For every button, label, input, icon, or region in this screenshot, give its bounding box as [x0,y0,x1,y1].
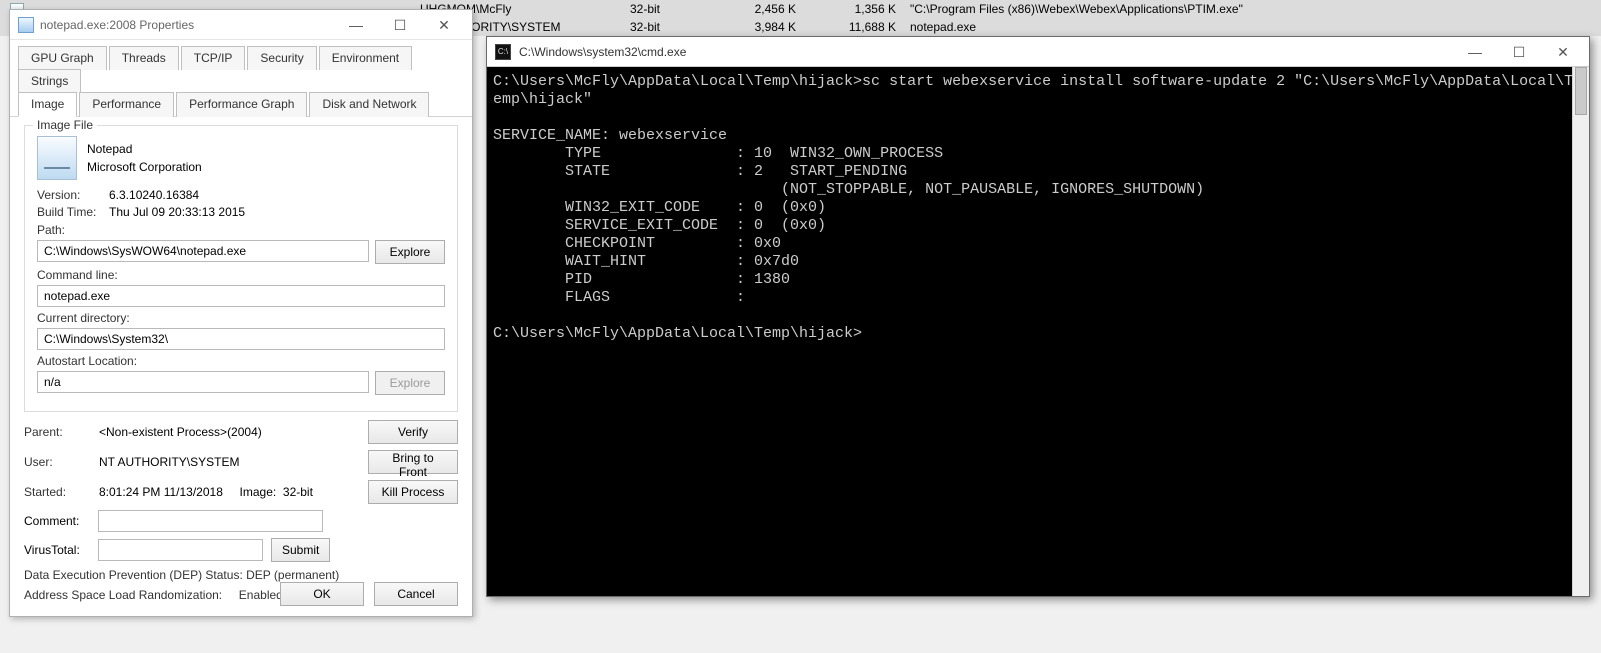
path-field[interactable] [37,240,369,262]
tab-performance[interactable]: Performance [79,92,174,117]
user-label: User: [24,455,99,469]
maximize-button[interactable]: ☐ [1497,41,1541,63]
aslr-label: Address Space Load Randomization: [24,588,222,602]
image-value: 32-bit [283,485,313,499]
tab-gpu-graph[interactable]: GPU Graph [18,46,107,70]
curdir-label: Current directory: [37,311,445,325]
product-name: Notepad [87,142,202,156]
autostart-field[interactable] [37,371,369,393]
version-value: 6.3.10240.16384 [109,188,199,202]
aslr-value: Enabled [239,588,283,602]
curdir-field[interactable] [37,328,445,350]
company-name: Microsoft Corporation [87,160,202,174]
virustotal-field[interactable] [98,539,263,561]
explore-autostart-button: Explore [375,371,445,395]
group-legend: Image File [33,118,97,132]
tabs: GPU Graph Threads TCP/IP Security Enviro… [10,40,472,117]
col-private: 3,984 K [710,18,810,36]
window-title: C:\Windows\system32\cmd.exe [519,45,1453,59]
tab-disk-network[interactable]: Disk and Network [309,92,429,117]
window-icon [18,17,34,33]
tab-tcpip[interactable]: TCP/IP [181,46,246,70]
col-cmd: notepad.exe [910,18,1560,36]
image-panel: Image File Notepad Microsoft Corporation… [10,117,472,618]
buildtime-label: Build Time: [37,205,109,219]
submit-button[interactable]: Submit [271,538,330,562]
cancel-button[interactable]: Cancel [374,582,458,606]
started-label: Started: [24,485,99,499]
ok-button[interactable]: OK [280,582,364,606]
version-label: Version: [37,188,109,202]
path-label: Path: [37,223,445,237]
col-arch: 32-bit [630,18,710,36]
kill-process-button[interactable]: Kill Process [368,480,458,504]
minimize-button[interactable]: — [334,14,378,36]
minimize-button[interactable]: — [1453,41,1497,63]
close-button[interactable]: ✕ [1541,41,1585,63]
dep-status: Data Execution Prevention (DEP) Status: … [24,568,458,582]
tab-strings[interactable]: Strings [18,69,81,93]
explore-path-button[interactable]: Explore [375,240,445,264]
col-ws: 11,688 K [810,18,910,36]
parent-value: <Non-existent Process>(2004) [99,425,368,439]
comment-field[interactable] [98,510,323,532]
cmdline-field[interactable] [37,285,445,307]
user-value: NT AUTHORITY\SYSTEM [99,455,368,469]
close-button[interactable]: ✕ [422,14,466,36]
window-title: notepad.exe:2008 Properties [40,18,334,32]
scrollbar[interactable] [1572,67,1589,596]
started-value: 8:01:24 PM 11/13/2018 Image: 32-bit [99,485,368,499]
console-output[interactable]: C:\Users\McFly\AppData\Local\Temp\hijack… [487,67,1589,596]
autostart-label: Autostart Location: [37,354,445,368]
col-ws: 1,356 K [810,0,910,18]
tab-security[interactable]: Security [247,46,316,70]
cmd-icon: C:\ [495,44,511,60]
maximize-button[interactable]: ☐ [378,14,422,36]
titlebar[interactable]: C:\ C:\Windows\system32\cmd.exe — ☐ ✕ [487,37,1589,67]
comment-label: Comment: [24,514,90,528]
tab-threads[interactable]: Threads [109,46,179,70]
verify-button[interactable]: Verify [368,420,458,444]
titlebar[interactable]: notepad.exe:2008 Properties — ☐ ✕ [10,10,472,40]
virustotal-label: VirusTotal: [24,543,90,557]
notepad-icon [37,136,77,180]
parent-label: Parent: [24,425,99,439]
scrollbar-thumb[interactable] [1575,67,1587,115]
buildtime-value: Thu Jul 09 20:33:13 2015 [109,205,245,219]
image-file-group: Image File Notepad Microsoft Corporation… [24,125,458,412]
bring-to-front-button[interactable]: Bring to Front [368,450,458,474]
col-arch: 32-bit [630,0,710,18]
properties-dialog: notepad.exe:2008 Properties — ☐ ✕ GPU Gr… [9,9,473,617]
col-cmd: "C:\Program Files (x86)\Webex\Webex\Appl… [910,0,1560,18]
col-private: 2,456 K [710,0,810,18]
tab-performance-graph[interactable]: Performance Graph [176,92,307,117]
tab-environment[interactable]: Environment [319,46,412,70]
image-label: Image: [240,485,277,499]
cmd-window: C:\ C:\Windows\system32\cmd.exe — ☐ ✕ C:… [486,36,1590,597]
tab-image[interactable]: Image [18,92,77,117]
cmdline-label: Command line: [37,268,445,282]
